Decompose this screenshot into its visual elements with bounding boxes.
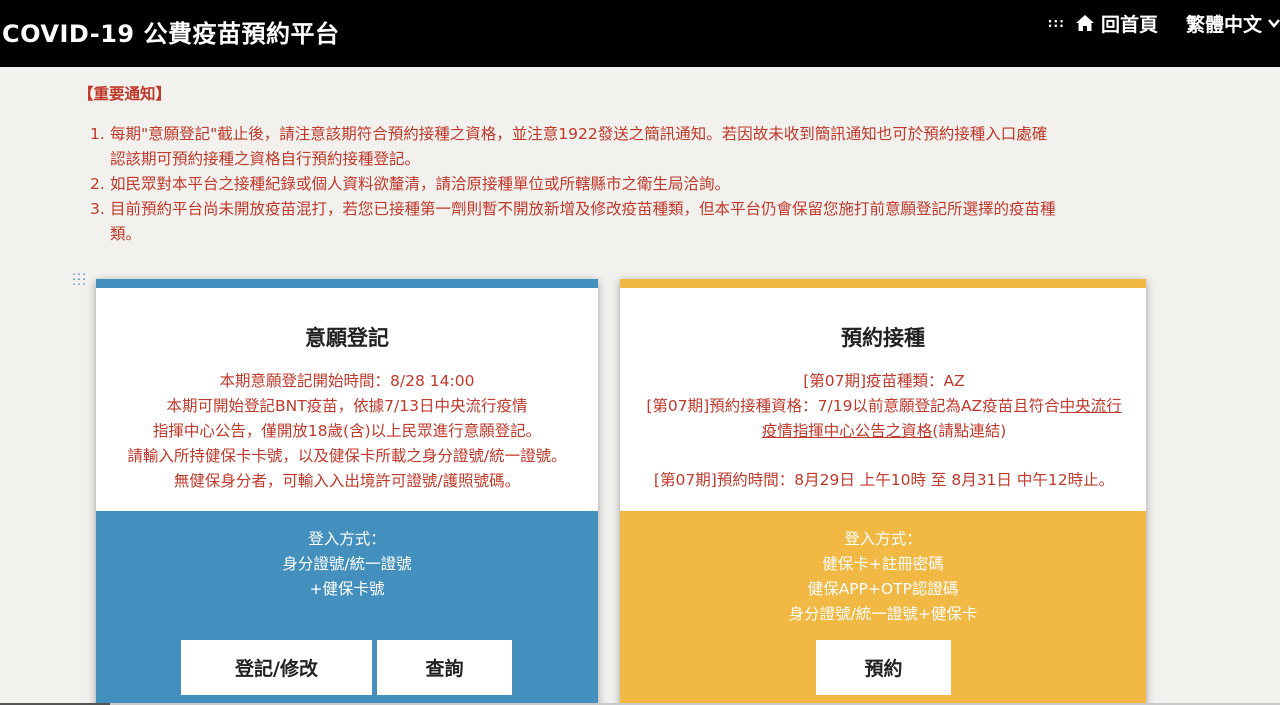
registration-login-panel: 登入方式： 身分證號/統一證號 +健保卡號 登記/修改 查詢 xyxy=(96,511,598,705)
notice-line: 目前預約平台尚未開放疫苗混打，若您已接種第一劑則暫不開放新增及修改疫苗種類，但本… xyxy=(110,200,1056,218)
booking-title: 預約接種 xyxy=(841,326,925,350)
eligibility-link[interactable]: 中央流行 xyxy=(1060,397,1122,415)
home-link[interactable]: 回首頁 xyxy=(1075,10,1158,37)
language-selector[interactable]: 繁體中文 xyxy=(1186,10,1280,37)
site-title: COVID-19 公費疫苗預約平台 xyxy=(2,20,340,48)
eligibility-text: [第07期]預約接種資格：7/19以前意願登記為AZ疫苗且符合 xyxy=(646,397,1060,415)
login-method: +健保卡號 xyxy=(309,580,385,598)
login-method: 健保APP+OTP認證碼 xyxy=(807,580,959,598)
important-notice: 【重要通知】 1. 每期"意願登記"截止後，請注意該期符合預約接種之資格，並注意… xyxy=(78,82,1158,247)
booking-info: [第07期]疫苗種類：AZ [第07期]預約接種資格：7/19以前意願登記為AZ… xyxy=(622,369,1146,493)
chevron-down-icon xyxy=(1268,19,1280,28)
info-line: 本期意願登記開始時間：8/28 14:00 xyxy=(219,372,475,390)
eligibility-line: 疫情指揮中心公告之資格(請點連結) xyxy=(622,419,1146,444)
notice-line: 每期"意願登記"截止後，請注意該期符合預約接種之資格，並注意1922發送之簡訊通… xyxy=(110,125,1048,143)
booking-time: [第07期]預約時間：8月29日 上午10時 至 8月31日 中午12時止。 xyxy=(653,471,1115,489)
book-button[interactable]: 預約 xyxy=(816,640,951,695)
top-header: COVID-19 公費疫苗預約平台 ::: 回首頁 繁體中文 xyxy=(0,0,1280,67)
notice-number: 2. xyxy=(90,175,105,193)
home-label: 回首頁 xyxy=(1100,13,1158,36)
register-modify-button[interactable]: 登記/修改 xyxy=(181,640,372,695)
registration-title: 意願登記 xyxy=(305,326,389,350)
eligibility-link[interactable]: 疫情指揮中心公告之資格 xyxy=(762,422,933,440)
notice-line: 認該期可預約接種之資格自行預約接種登記。 xyxy=(110,150,421,168)
login-method: 健保卡+註冊密碼 xyxy=(822,555,944,573)
booking-card: 預約接種 [第07期]疫苗種類：AZ [第07期]預約接種資格：7/19以前意願… xyxy=(620,279,1146,705)
login-methods: 登入方式： 健保卡+註冊密碼 健保APP+OTP認證碼 身分證號/統一證號+健保… xyxy=(620,527,1146,627)
login-methods: 登入方式： 身分證號/統一證號 +健保卡號 xyxy=(96,527,598,602)
notice-line: 如民眾對本平台之接種紀錄或個人資料欲釐清，請洽原接種單位或所轄縣市之衛生局洽詢。 xyxy=(110,175,731,193)
login-title: 登入方式： xyxy=(844,530,922,548)
query-button[interactable]: 查詢 xyxy=(377,640,512,695)
login-title: 登入方式： xyxy=(308,530,386,548)
language-label: 繁體中文 xyxy=(1185,13,1262,36)
notice-item: 1. 每期"意願登記"截止後，請注意該期符合預約接種之資格，並注意1922發送之… xyxy=(78,122,1158,172)
info-line: 本期可開始登記BNT疫苗，依據7/13日中央流行疫情 xyxy=(166,397,528,415)
notice-list: 1. 每期"意願登記"截止後，請注意該期符合預約接種之資格，並注意1922發送之… xyxy=(78,122,1158,247)
info-line: 請輸入所持健保卡卡號，以及健保卡所載之身分證號/統一證號。 xyxy=(127,447,567,465)
login-method: 身分證號/統一證號+健保卡 xyxy=(788,605,978,623)
registration-card: 意願登記 本期意願登記開始時間：8/28 14:00 本期可開始登記BNT疫苗，… xyxy=(96,279,598,705)
vaccine-type: [第07期]疫苗種類：AZ xyxy=(803,372,965,390)
registration-info: 本期意願登記開始時間：8/28 14:00 本期可開始登記BNT疫苗，依據7/1… xyxy=(96,369,598,494)
notice-item: 3. 目前預約平台尚未開放疫苗混打，若您已接種第一劑則暫不開放新增及修改疫苗種類… xyxy=(78,197,1158,247)
card-accent-bar xyxy=(620,279,1146,288)
notice-line: 類。 xyxy=(110,225,142,243)
booking-login-panel: 登入方式： 健保卡+註冊密碼 健保APP+OTP認證碼 身分證號/統一證號+健保… xyxy=(620,511,1146,705)
notice-number: 3. xyxy=(90,200,105,218)
notice-number: 1. xyxy=(90,125,105,143)
card-accent-bar xyxy=(96,279,598,288)
notice-item: 2. 如民眾對本平台之接種紀錄或個人資料欲釐清，請洽原接種單位或所轄縣市之衛生局… xyxy=(78,172,1158,197)
header-nav: ::: 回首頁 繁體中文 xyxy=(1048,10,1280,36)
info-line: 無健保身分者，可輸入入出境許可證號/護照號碼。 xyxy=(173,472,521,490)
notice-title: 【重要通知】 xyxy=(78,85,172,103)
grid-dots-icon[interactable]: ::: xyxy=(1048,16,1065,30)
login-method: 身分證號/統一證號 xyxy=(282,555,412,573)
eligibility-hint: (請點連結) xyxy=(932,422,1007,440)
info-line: 指揮中心公告，僅開放18歲(含)以上民眾進行意願登記。 xyxy=(152,422,542,440)
eligibility-line: [第07期]預約接種資格：7/19以前意願登記為AZ疫苗且符合中央流行 xyxy=(622,394,1146,419)
home-icon xyxy=(1075,15,1094,31)
drag-handle-icon[interactable]: :::::: xyxy=(72,270,87,287)
